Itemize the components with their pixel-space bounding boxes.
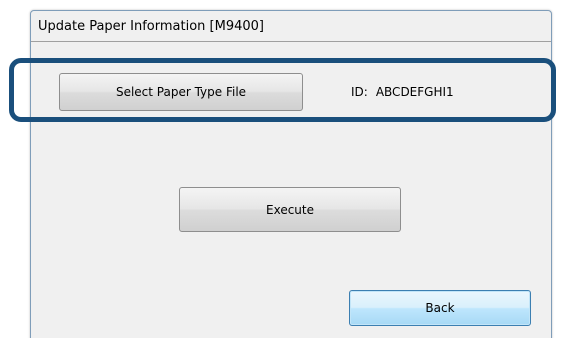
paper-id-value: ABCDEFGHI1 bbox=[375, 85, 454, 99]
execute-button[interactable]: Execute bbox=[179, 187, 401, 232]
paper-id-label: ID: bbox=[351, 85, 368, 99]
dialog-titlebar: Update Paper Information [M9400] bbox=[31, 11, 551, 42]
dialog-title: Update Paper Information [M9400] bbox=[38, 19, 264, 34]
update-paper-information-dialog: Update Paper Information [M9400] Select … bbox=[30, 10, 552, 338]
select-paper-type-file-button[interactable]: Select Paper Type File bbox=[59, 73, 303, 111]
back-button[interactable]: Back bbox=[349, 290, 531, 326]
paper-id-display: ID: ABCDEFGHI1 bbox=[351, 85, 454, 99]
screenshot-stage: Update Paper Information [M9400] Select … bbox=[0, 0, 566, 338]
